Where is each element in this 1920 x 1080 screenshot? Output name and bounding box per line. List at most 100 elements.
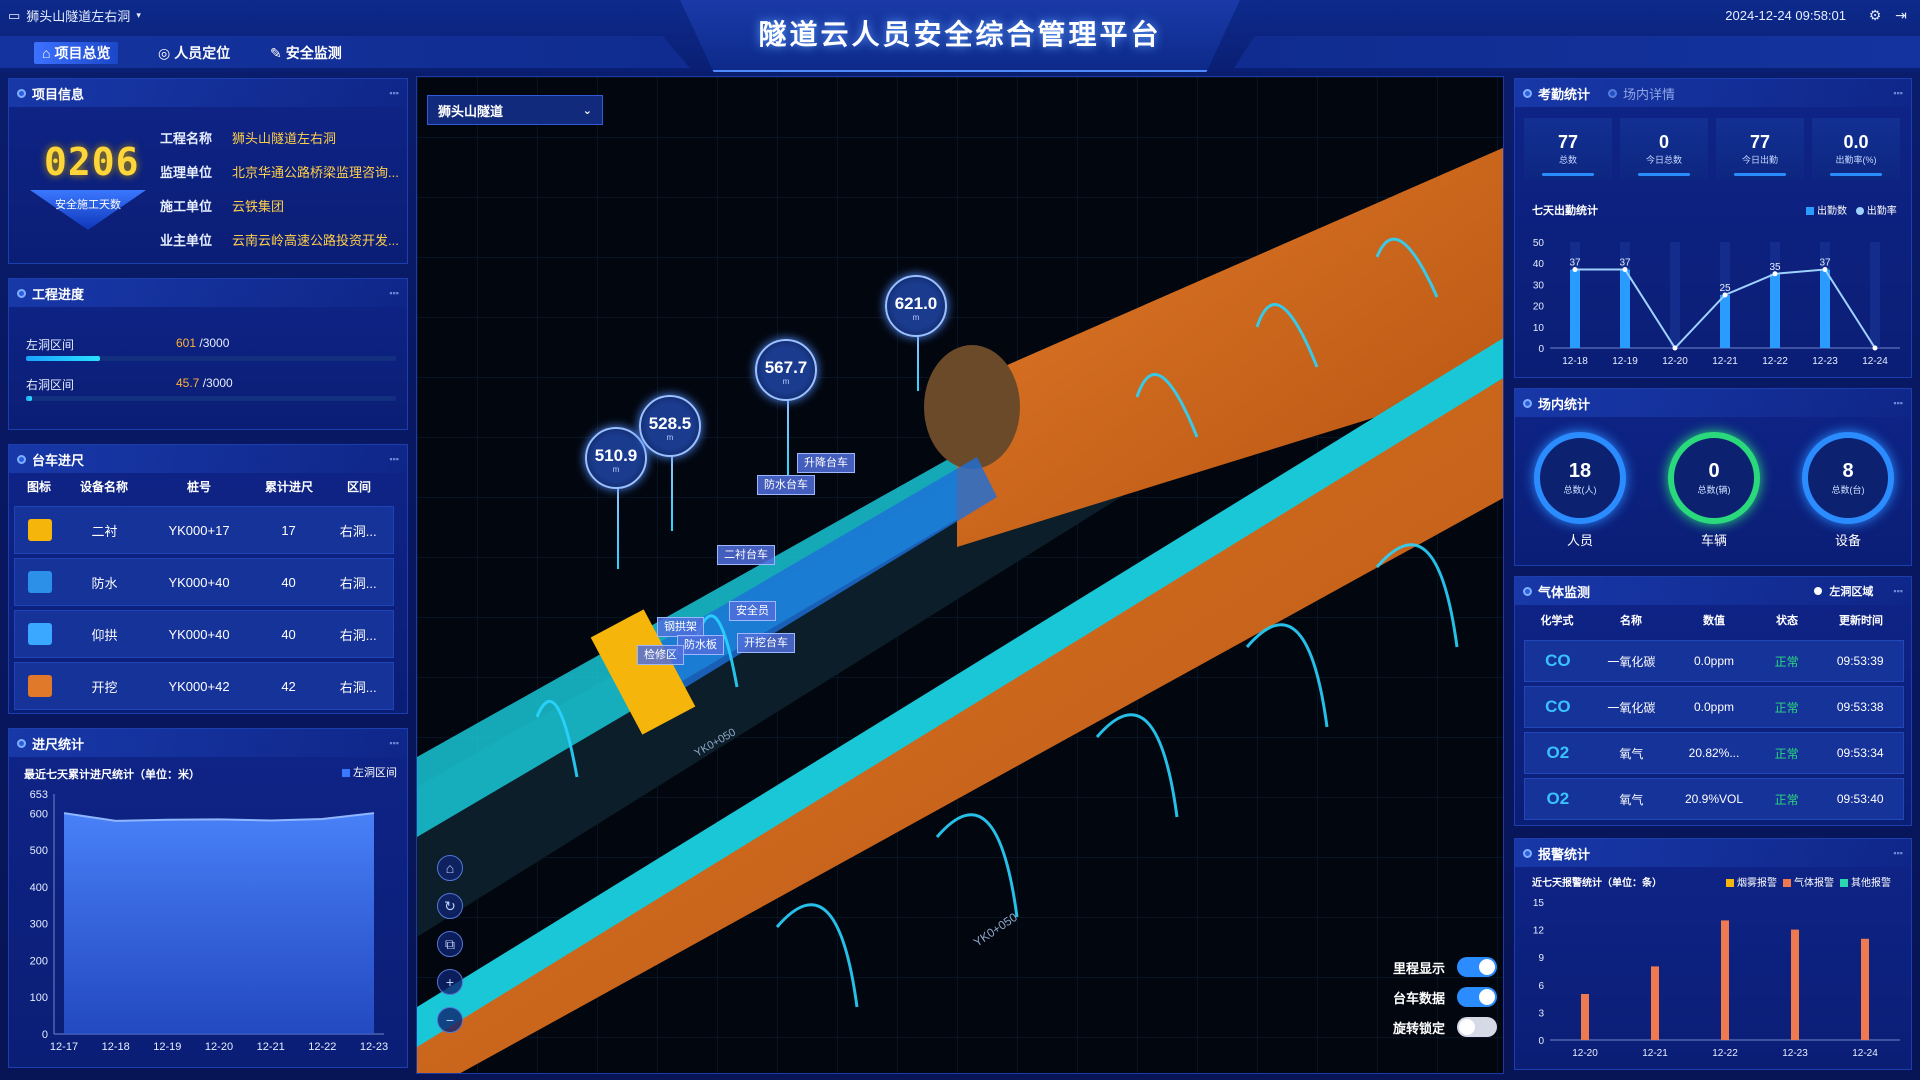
line-point — [1772, 271, 1778, 277]
equipment-tag[interactable]: 开挖台车 — [737, 633, 795, 653]
equipment-tag[interactable]: 防水台车 — [757, 475, 815, 495]
gas-name: 氧气 — [1619, 746, 1644, 761]
y-tick-label: 6 — [1538, 981, 1544, 992]
marker-unit: m — [912, 313, 920, 322]
y-tick-label: 12 — [1533, 926, 1545, 937]
table-row[interactable]: CO 一氧化碳 0.0ppm 正常 09:53:39 — [1524, 640, 1904, 682]
panel-title: 工程进度 — [32, 286, 85, 302]
more-icon[interactable]: ▪▪▪ — [1893, 398, 1903, 408]
more-icon[interactable]: ▪▪▪ — [389, 88, 399, 98]
table-row[interactable]: 仰拱 YK000+40 40 右洞... — [14, 610, 394, 658]
mileage-marker[interactable]: 510.9 m — [585, 427, 647, 489]
panel-header: 场内统计 ▪▪▪ — [1515, 389, 1911, 417]
equipment-tag[interactable]: 二衬台车 — [717, 545, 775, 565]
switch-knob — [1479, 989, 1496, 1005]
table-row[interactable]: 开挖 YK000+42 42 右洞... — [14, 662, 394, 710]
zoom-in-icon[interactable]: + — [437, 969, 463, 995]
x-tick-label: 12-23 — [1782, 1048, 1808, 1059]
tunnel-3d-map[interactable]: YK0+050 YK0+050 狮头山隧道 ⌄ 510.9 m 528.5 m 56… — [416, 76, 1504, 1074]
more-icon[interactable]: ▪▪▪ — [1893, 88, 1903, 98]
equipment-tag[interactable]: 防水板 — [677, 635, 724, 655]
attendance-chart: 0102030405037 372535 3712-18 12-19 12-20 12-2… — [1533, 238, 1900, 367]
tab-personnel-location[interactable]: ◎ 人员定位 — [150, 42, 238, 64]
header-decoration — [1234, 36, 1920, 68]
x-tick-label: 12-24 — [1852, 1048, 1878, 1059]
y-tick-label: 200 — [30, 955, 48, 967]
x-tick-label: 12-19 — [1612, 356, 1638, 367]
panel-header: 考勤统计 场内详情 ▪▪▪ — [1515, 79, 1911, 107]
marker-unit: m — [666, 433, 674, 442]
equipment-tag[interactable]: 安全员 — [729, 601, 776, 621]
pile-number: YK000+40 — [168, 574, 230, 590]
total-advance: 42 — [281, 678, 296, 694]
info-value: 北京华通公路桥梁监理咨询... — [232, 165, 399, 180]
legend-label: 其他报警 — [1851, 878, 1891, 889]
panel-dot-icon — [17, 454, 26, 464]
project-selector[interactable]: ▭ 狮头山隧道左右洞 ▾ — [8, 6, 141, 25]
more-icon[interactable]: ▪▪▪ — [1893, 586, 1903, 596]
mileage-switch[interactable] — [1457, 957, 1498, 977]
more-icon[interactable]: ▪▪▪ — [1893, 848, 1903, 858]
ring-sub: 总数(辆) — [1697, 485, 1731, 495]
stat-ring: 0 总数(辆) 车辆 — [1664, 432, 1764, 548]
stat-value: 0.0 — [1843, 132, 1869, 152]
gas-zone-selector[interactable]: 左洞区域 — [1814, 583, 1873, 599]
x-tick-label: 12-19 — [153, 1041, 181, 1053]
attendance-stat: 77 总数 — [1524, 118, 1612, 180]
x-tick-label: 12-23 — [360, 1041, 388, 1053]
equipment-tag[interactable]: 检修区 — [637, 645, 684, 665]
home-view-icon[interactable]: ⌂ — [437, 855, 463, 881]
more-icon[interactable]: ▪▪▪ — [389, 738, 399, 748]
legend-swatch — [1855, 207, 1864, 216]
mileage-marker[interactable]: 528.5 m — [639, 395, 701, 457]
excavation-face — [924, 345, 1020, 469]
trolley-data-switch[interactable] — [1457, 987, 1498, 1007]
tab-safety-monitoring[interactable]: ✎ 安全监测 — [262, 42, 350, 64]
x-tick-label: 12-22 — [308, 1041, 336, 1053]
stat-label: 今日总数 — [1645, 155, 1682, 165]
mileage-marker[interactable]: 621.0 m — [885, 275, 947, 337]
marker-line — [787, 395, 789, 475]
table-row[interactable]: CO 一氧化碳 0.0ppm 正常 09:53:38 — [1524, 686, 1904, 728]
table-row[interactable]: 防水 YK000+40 40 右洞... — [14, 558, 394, 606]
rotate-icon[interactable]: ↻ — [437, 893, 463, 919]
equipment-tag[interactable]: 钢拱架 — [657, 617, 704, 637]
zoom-out-icon[interactable]: − — [437, 1007, 463, 1033]
panel-dot-icon — [1523, 586, 1532, 596]
tab-attendance[interactable]: 考勤统计 — [1538, 84, 1590, 103]
mileage-marker[interactable]: 567.7 m — [755, 339, 817, 401]
info-row: 工程名称 狮头山隧道左右洞 — [160, 128, 336, 147]
tab-site-details[interactable]: 场内详情 — [1623, 84, 1675, 103]
bar-attendance — [1720, 295, 1730, 348]
more-icon[interactable]: ▪▪▪ — [389, 288, 399, 298]
panel-header: 进尺统计 ▪▪▪ — [9, 729, 407, 757]
table-row[interactable]: O2 氧气 20.9%VOL 正常 09:53:40 — [1524, 778, 1904, 820]
chart-legend: 出勤数 出勤率 — [1806, 202, 1897, 217]
marker-value: 567.7 — [764, 358, 808, 377]
marker-line — [917, 331, 919, 391]
attendance-stat: 0 今日总数 — [1620, 118, 1708, 180]
bar-attendance — [1820, 269, 1830, 348]
panel-title: 台车进尺 — [32, 452, 85, 468]
tab-project-overview[interactable]: ⌂ 项目总览 — [34, 42, 119, 64]
more-icon[interactable]: ▪▪▪ — [389, 454, 399, 464]
rotation-lock-switch[interactable] — [1457, 1017, 1498, 1037]
device-name: 开挖 — [91, 679, 118, 695]
logout-icon[interactable]: ⇥ — [1892, 6, 1910, 24]
legend-item: 其他报警 — [1840, 878, 1891, 889]
gas-formula: CO — [1545, 697, 1571, 716]
equipment-tag[interactable]: 升降台车 — [797, 453, 855, 473]
panel-dot-icon — [17, 288, 26, 298]
tunnel-select[interactable]: 狮头山隧道 ⌄ — [427, 95, 603, 125]
x-tick-label: 12-24 — [1862, 356, 1888, 367]
marker-value: 621.0 — [894, 294, 938, 313]
settings-icon[interactable]: ⚙ — [1866, 6, 1884, 24]
table-row[interactable]: 二衬 YK000+17 17 右洞... — [14, 506, 394, 554]
monitor-icon: ▭ — [8, 7, 21, 23]
info-row: 施工单位 云铁集团 — [160, 196, 284, 215]
progress-value: 45.7 /3000 — [176, 376, 233, 390]
legend-swatch — [342, 769, 350, 778]
table-row[interactable]: O2 氧气 20.82%... 正常 09:53:34 — [1524, 732, 1904, 774]
stat-label: 出勤率(%) — [1835, 155, 1877, 165]
view-mode-icon[interactable]: ⧉ — [437, 931, 463, 957]
